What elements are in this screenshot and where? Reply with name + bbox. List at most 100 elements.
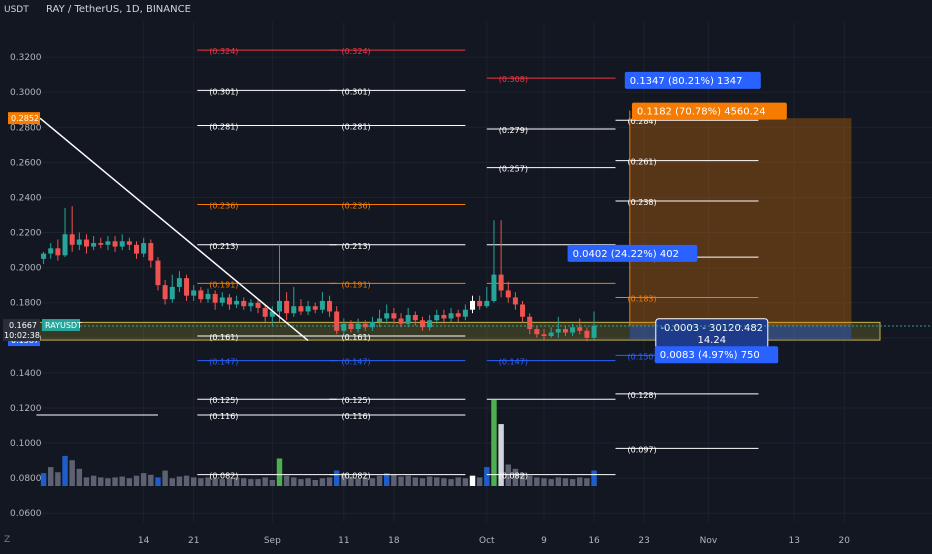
volume-bar [76, 468, 83, 486]
candle-body [512, 297, 518, 305]
volume-bar [555, 477, 562, 486]
fib-level-label: (0.213) [209, 242, 238, 251]
volume-bar [412, 477, 419, 486]
volume-bar [248, 479, 254, 486]
volume-bar [105, 478, 111, 486]
x-tick-label: 14 [138, 536, 150, 546]
fib-level-label: (0.236) [209, 201, 238, 210]
candle-body [434, 314, 440, 321]
fib-level-label: (0.213) [342, 242, 371, 251]
volume-bar [333, 470, 340, 486]
candle-body [169, 286, 175, 300]
fib-level-label: (0.324) [209, 47, 238, 56]
volume-bar [448, 479, 454, 486]
candle-body [470, 300, 476, 310]
candle-body [112, 241, 118, 247]
x-tick-label: Oct [479, 536, 495, 546]
x-tick-label: 16 [588, 536, 600, 546]
fib-level-label: (0.308) [499, 75, 528, 84]
candle-body [176, 278, 182, 287]
fib-level-label: (0.279) [499, 126, 528, 135]
price-chart[interactable]: 0.3200 0.3000 0.2800 0.2600 0.2400 0.2200 0.20… [0, 0, 932, 550]
candle-body [234, 300, 240, 305]
currency-badge[interactable]: USDT [4, 5, 29, 15]
fib-level-label: (0.128) [627, 391, 656, 400]
volume-bar [476, 477, 483, 486]
timezone-icon[interactable]: Z [4, 535, 10, 545]
candle-body [126, 241, 132, 245]
x-tick-label: 11 [338, 536, 349, 546]
position-profit-zone [629, 118, 852, 326]
volume-bar [312, 479, 318, 486]
fib-level-label: (0.161) [342, 333, 371, 342]
countdown: 10:02:38 [4, 331, 40, 340]
y-tick-label: 0.3200 [10, 53, 42, 63]
fib-level-label: (0.147) [209, 358, 238, 367]
ticker-badge: RAYUSDT [45, 321, 82, 330]
candle-body [76, 239, 82, 245]
volume-bar [90, 475, 97, 486]
x-tick-label: 21 [188, 536, 199, 546]
candle-body [391, 313, 397, 319]
candle-body [291, 306, 297, 314]
volume-bar [441, 478, 447, 486]
candle-body [155, 260, 161, 286]
candle-body [148, 243, 154, 261]
volume-bar [241, 478, 247, 486]
volume-bar [283, 475, 290, 486]
candle-body [541, 334, 547, 337]
fib-level-label: (0.116) [209, 412, 238, 421]
fib-level-label: (0.082) [209, 472, 238, 481]
candle-body [319, 300, 325, 310]
candle-body [305, 306, 311, 312]
candle-body [441, 314, 447, 319]
candle-body [534, 329, 540, 335]
symbol-title[interactable]: RAY / TetherUS, 1D, BINANCE [46, 4, 191, 15]
candle-body [384, 313, 390, 319]
candle-body [405, 314, 411, 324]
candle-body [377, 318, 383, 322]
position-info-line1: -0.0003 - 30120.482 [660, 323, 763, 334]
fib-level-label: (0.261) [627, 158, 656, 167]
candle-body [184, 278, 190, 296]
candle-body [584, 330, 590, 338]
y-tick-label: 0.2000 [10, 264, 42, 274]
fib-level-label: (0.125) [209, 396, 238, 405]
candle-body [362, 323, 368, 328]
volume-bar [83, 477, 90, 486]
volume-bar [140, 473, 147, 486]
candle-body [577, 327, 583, 331]
volume-bar [562, 478, 569, 486]
candle-body [498, 274, 504, 291]
candle-body [105, 241, 111, 245]
measure-label: 0.0402 (24.22%) 402 [573, 249, 679, 260]
candle-body [162, 285, 168, 300]
y-tick-label: 0.1200 [10, 404, 42, 414]
fib-level-label: (0.125) [342, 396, 371, 405]
candle-body [298, 306, 304, 312]
volume-bar [326, 477, 333, 486]
candle-body [334, 311, 340, 331]
volume-bar [183, 475, 190, 486]
fib-level-label: (0.147) [499, 358, 528, 367]
fib-level-label: (0.161) [209, 333, 238, 342]
candle-body [455, 313, 461, 317]
fib-level-label: (0.301) [342, 87, 371, 96]
volume-bar [584, 478, 590, 486]
volume-bar [126, 478, 133, 486]
volume-bar [405, 475, 411, 486]
fib-level-label: (0.324) [342, 47, 371, 56]
volume-bar [269, 479, 276, 486]
candle-body [412, 314, 418, 321]
volume-bar [541, 478, 547, 486]
fib-level-label: (0.236) [342, 201, 371, 210]
y-tick-label: 0.1400 [10, 369, 42, 379]
y-tick-label: 0.0800 [10, 474, 42, 484]
y-tick-label: 0.3000 [10, 88, 42, 98]
x-tick-label: Sep [264, 536, 281, 546]
volume-bar [112, 477, 118, 486]
volume-bar [190, 477, 197, 486]
volume-bar [48, 467, 54, 486]
x-tick-label: 18 [388, 536, 400, 546]
fib-level-label: (0.147) [342, 358, 371, 367]
